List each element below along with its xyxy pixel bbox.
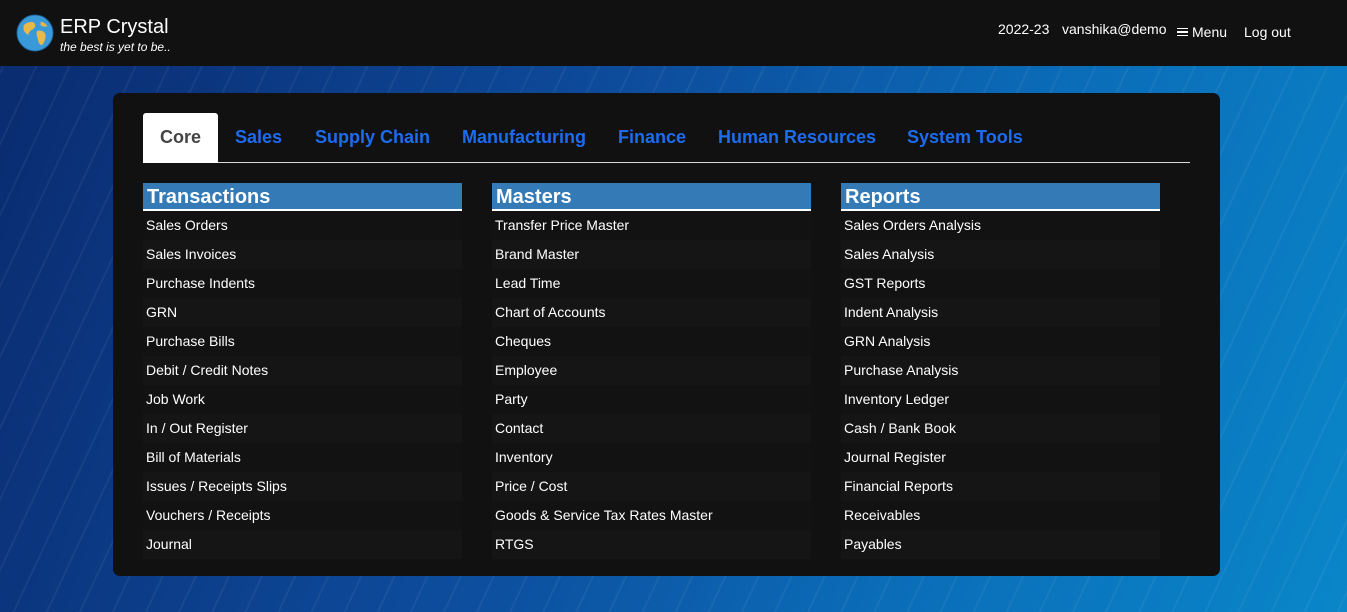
transactions-header: Transactions [143, 183, 462, 211]
brand-title: ERP Crystal [60, 16, 169, 38]
masters-header: Masters [492, 183, 811, 211]
list-item[interactable]: Cheques [492, 327, 811, 356]
list-item[interactable]: Bill of Materials [143, 443, 462, 472]
list-item[interactable]: GRN Analysis [841, 327, 1160, 356]
tab-human-resources[interactable]: Human Resources [718, 113, 876, 163]
list-item[interactable]: GST Reports [841, 269, 1160, 298]
list-item[interactable]: Goods & Service Tax Rates Master [492, 501, 811, 530]
list-item[interactable]: Journal Register [841, 443, 1160, 472]
list-item[interactable]: Lead Time [492, 269, 811, 298]
tab-system-tools[interactable]: System Tools [907, 113, 1023, 163]
menu-label: Menu [1192, 24, 1228, 40]
list-item[interactable]: In / Out Register [143, 414, 462, 443]
list-item[interactable]: Brand Master [492, 240, 811, 269]
logout-link[interactable]: Log out [1244, 24, 1291, 40]
tab-sales[interactable]: Sales [235, 113, 282, 163]
list-item[interactable]: Cash / Bank Book [841, 414, 1160, 443]
user-name[interactable]: vanshika@demo [1062, 21, 1167, 37]
list-item[interactable]: Payables [841, 530, 1160, 559]
main-panel: Core Sales Supply Chain Manufacturing Fi… [113, 93, 1220, 576]
globe-icon[interactable] [16, 14, 54, 52]
list-item[interactable]: Purchase Indents [143, 269, 462, 298]
list-item[interactable]: Chart of Accounts [492, 298, 811, 327]
list-item[interactable]: Sales Invoices [143, 240, 462, 269]
list-item[interactable]: Vouchers / Receipts [143, 501, 462, 530]
transactions-column: Transactions Sales Orders Sales Invoices… [143, 183, 462, 559]
list-item[interactable]: Purchase Bills [143, 327, 462, 356]
list-item[interactable]: Inventory [492, 443, 811, 472]
reports-list: Sales Orders Analysis Sales Analysis GST… [841, 211, 1160, 559]
top-bar: ERP Crystal the best is yet to be.. 2022… [0, 0, 1347, 66]
list-item[interactable]: Price / Cost [492, 472, 811, 501]
transactions-list: Sales Orders Sales Invoices Purchase Ind… [143, 211, 462, 559]
list-item[interactable]: Party [492, 385, 811, 414]
list-item[interactable]: Job Work [143, 385, 462, 414]
list-item[interactable]: Sales Orders Analysis [841, 211, 1160, 240]
list-item[interactable]: Employee [492, 356, 811, 385]
list-item[interactable]: Purchase Analysis [841, 356, 1160, 385]
hamburger-icon [1177, 26, 1188, 39]
reports-header: Reports [841, 183, 1160, 211]
reports-column: Reports Sales Orders Analysis Sales Anal… [841, 183, 1160, 559]
tab-finance[interactable]: Finance [618, 113, 686, 163]
fiscal-year[interactable]: 2022-23 [998, 21, 1049, 37]
list-item[interactable]: Sales Orders [143, 211, 462, 240]
list-item[interactable]: Indent Analysis [841, 298, 1160, 327]
list-item[interactable]: RTGS [492, 530, 811, 559]
list-item[interactable]: Transfer Price Master [492, 211, 811, 240]
masters-column: Masters Transfer Price Master Brand Mast… [492, 183, 811, 559]
masters-list: Transfer Price Master Brand Master Lead … [492, 211, 811, 559]
tab-manufacturing[interactable]: Manufacturing [462, 113, 586, 163]
list-item[interactable]: Financial Reports [841, 472, 1160, 501]
brand-tagline: the best is yet to be.. [60, 40, 171, 54]
list-item[interactable]: GRN [143, 298, 462, 327]
list-item[interactable]: Debit / Credit Notes [143, 356, 462, 385]
list-item[interactable]: Sales Analysis [841, 240, 1160, 269]
tab-supply-chain[interactable]: Supply Chain [315, 113, 430, 163]
tab-bar: Core Sales Supply Chain Manufacturing Fi… [143, 113, 1190, 163]
list-item[interactable]: Journal [143, 530, 462, 559]
menu-button[interactable]: Menu [1177, 24, 1227, 40]
list-item[interactable]: Inventory Ledger [841, 385, 1160, 414]
list-item[interactable]: Issues / Receipts Slips [143, 472, 462, 501]
list-item[interactable]: Receivables [841, 501, 1160, 530]
tab-core[interactable]: Core [143, 113, 219, 163]
list-item[interactable]: Contact [492, 414, 811, 443]
